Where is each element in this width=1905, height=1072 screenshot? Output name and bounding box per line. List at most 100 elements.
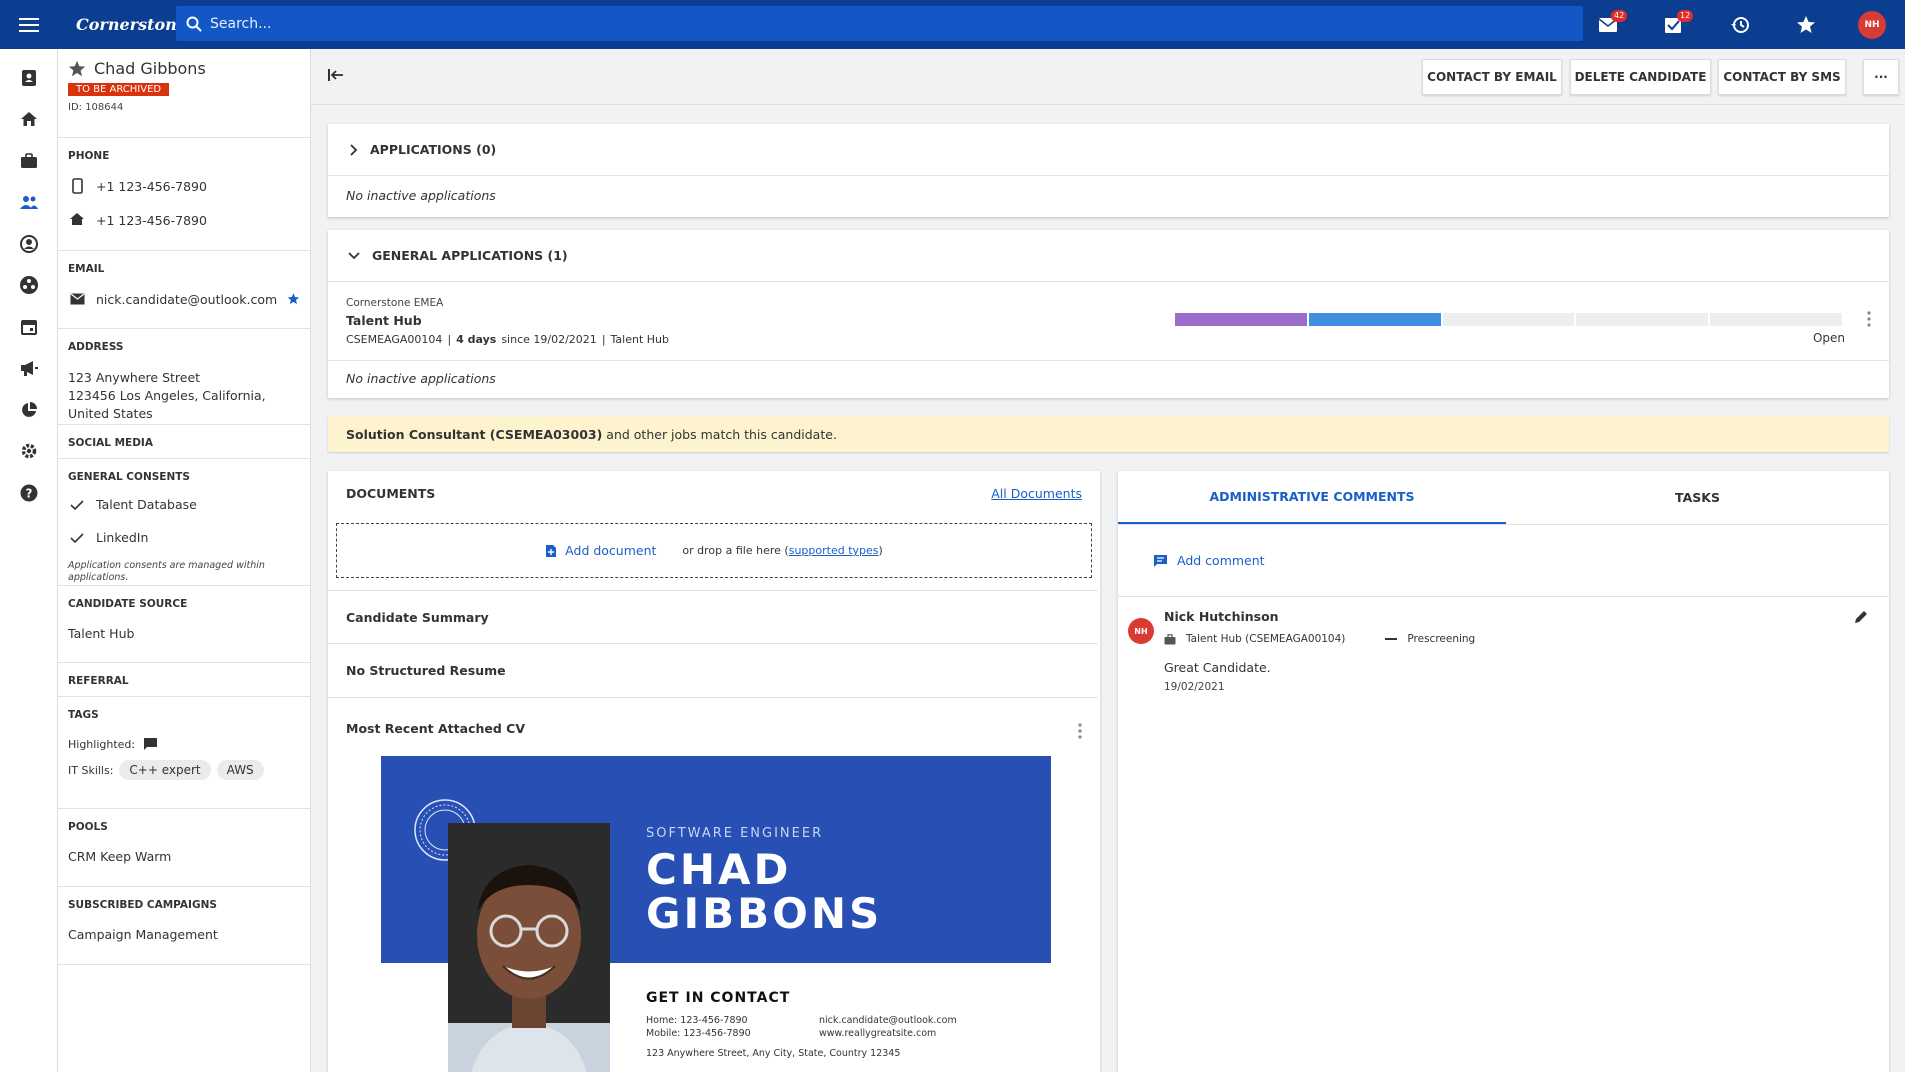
comment-item: NH Nick Hutchinson Talent Hub (CSEMEAGA0… <box>1118 597 1889 707</box>
cv-last-name: GIBBONS <box>646 889 883 938</box>
edit-comment-button[interactable] <box>1853 609 1869 625</box>
banner-text: and other jobs match this candidate. <box>606 426 837 442</box>
delete-candidate-button[interactable]: DELETE CANDIDATE <box>1570 59 1711 95</box>
user-menu-button[interactable]: NH <box>1839 0 1905 49</box>
kebab-menu-icon <box>1078 723 1082 739</box>
search-icon <box>186 16 202 32</box>
application-name[interactable]: Talent Hub <box>346 313 422 328</box>
nav-home[interactable] <box>0 99 58 141</box>
add-comment-icon <box>1154 554 1167 567</box>
home-icon <box>21 112 37 127</box>
tags-section-title: TAGS <box>68 709 99 721</box>
nav-jobs[interactable] <box>0 140 58 182</box>
tab-administrative-comments[interactable]: ADMINISTRATIVE COMMENTS <box>1118 471 1506 524</box>
campaign-name[interactable]: Campaign Management <box>68 927 300 942</box>
main-content: CONTACT BY EMAIL DELETE CANDIDATE CONTAC… <box>311 49 1905 1072</box>
application-more-button[interactable] <box>1867 311 1871 327</box>
comment-icon[interactable] <box>143 737 158 751</box>
application-progress-bar <box>1175 313 1842 326</box>
address-section-title: ADDRESS <box>68 341 124 353</box>
collapse-sidebar-button[interactable] <box>327 67 345 83</box>
cv-preview[interactable]: SOFTWARE ENGINEER CHAD GIBBONS GET IN CO… <box>381 756 1051 1072</box>
all-documents-link[interactable]: All Documents <box>991 486 1082 501</box>
nav-community[interactable] <box>0 265 58 307</box>
more-actions-button[interactable]: ··· <box>1863 59 1899 95</box>
candidate-sidebar: Chad Gibbons TO BE ARCHIVED ID: 108644 P… <box>58 49 311 1072</box>
tags-section: TAGS Highlighted: IT Skills: C++ expert … <box>58 697 310 809</box>
candidate-summary-label: Candidate Summary <box>346 609 489 625</box>
contact-by-sms-button[interactable]: CONTACT BY SMS <box>1718 59 1846 95</box>
nav-candidates[interactable] <box>0 182 58 224</box>
home-phone-number[interactable]: +1 123-456-7890 <box>96 213 207 228</box>
pie-chart-icon <box>22 401 37 417</box>
tab-tasks[interactable]: TASKS <box>1506 471 1889 524</box>
action-bar: CONTACT BY EMAIL DELETE CANDIDATE CONTAC… <box>311 49 1905 105</box>
candidate-summary-row[interactable]: Candidate Summary <box>328 590 1098 644</box>
check-icon <box>70 532 84 543</box>
search-input[interactable] <box>210 15 810 32</box>
application-source: Talent Hub <box>610 333 670 346</box>
stage-dash-icon <box>1385 638 1398 640</box>
comment-author: Nick Hutchinson <box>1164 609 1279 624</box>
address-line-1: 123 Anywhere Street <box>68 370 201 385</box>
documents-title: DOCUMENTS <box>346 486 436 501</box>
comments-card: ADMINISTRATIVE COMMENTS TASKS Add commen… <box>1118 471 1889 1072</box>
application-since: since 19/02/2021 <box>501 333 597 346</box>
general-applications-title: GENERAL APPLICATIONS (1) <box>372 248 568 263</box>
general-applications-header[interactable]: GENERAL APPLICATIONS (1) <box>328 230 1889 282</box>
comment-author-avatar: NH <box>1128 618 1154 644</box>
application-org: Cornerstone EMEA <box>346 297 444 309</box>
add-document-button[interactable]: Add document <box>545 543 656 558</box>
cv-address: 123 Anywhere Street, Any City, State, Co… <box>646 1048 901 1059</box>
chevron-right-icon <box>350 143 358 156</box>
nav-calendar[interactable] <box>0 306 58 348</box>
social-media-section: SOCIAL MEDIA <box>58 425 310 459</box>
cv-website: www.reallygreatsite.com <box>819 1028 937 1039</box>
nav-talent[interactable] <box>0 223 58 265</box>
nav-reports[interactable] <box>0 389 58 431</box>
skill-chip[interactable]: C++ expert <box>119 760 211 780</box>
applications-header[interactable]: APPLICATIONS (0) <box>328 124 1889 176</box>
comment-application: Talent Hub (CSEMEAGA00104) <box>1186 633 1346 645</box>
job-match-banner[interactable]: Solution Consultant (CSEMEA03003) and ot… <box>328 416 1889 452</box>
add-comment-button[interactable]: Add comment <box>1153 553 1265 568</box>
history-button[interactable] <box>1707 0 1773 49</box>
favorite-star-icon[interactable] <box>68 60 86 78</box>
portrait-image <box>448 823 610 1072</box>
tasks-button[interactable]: 12 <box>1641 0 1707 49</box>
messages-button[interactable]: 42 <box>1575 0 1641 49</box>
supported-types-link[interactable]: supported types <box>789 544 879 557</box>
email-address[interactable]: nick.candidate@outlook.com <box>96 292 277 307</box>
star-icon <box>1797 15 1815 33</box>
candidate-source: Talent Hub <box>68 626 135 641</box>
cv-contact-title: GET IN CONTACT <box>646 990 791 1006</box>
help-icon: ? <box>20 484 38 502</box>
nav-contacts[interactable] <box>0 57 58 99</box>
people-icon <box>20 196 38 210</box>
briefcase-icon <box>21 152 37 168</box>
cv-photo <box>448 823 610 1072</box>
email-section-title: EMAIL <box>68 263 105 275</box>
cv-more-button[interactable] <box>1078 723 1082 739</box>
matched-job[interactable]: Solution Consultant (CSEMEA03003) <box>346 427 602 442</box>
mobile-number[interactable]: +1 123-456-7890 <box>96 179 207 194</box>
nav-settings[interactable] <box>0 431 58 473</box>
structured-resume-row[interactable]: No Structured Resume <box>328 644 1098 698</box>
application-row[interactable]: Cornerstone EMEA Talent Hub CSEMEAGA0010… <box>328 282 1889 361</box>
contact-by-email-button[interactable]: CONTACT BY EMAIL <box>1422 59 1562 95</box>
favorites-button[interactable] <box>1773 0 1839 49</box>
home-phone-icon <box>70 213 84 225</box>
nav-help[interactable]: ? <box>0 472 58 514</box>
comment-stage: Prescreening <box>1407 633 1476 645</box>
document-drop-zone[interactable]: Add document or drop a file here (suppor… <box>336 523 1092 578</box>
global-search[interactable] <box>176 6 1583 41</box>
cornerstone-logo[interactable]: Cornerstone <box>58 15 187 34</box>
nav-campaigns[interactable] <box>0 348 58 390</box>
pool-name[interactable]: CRM Keep Warm <box>68 849 300 864</box>
cv-first-name: CHAD <box>646 845 792 894</box>
skill-chip[interactable]: AWS <box>216 760 264 780</box>
recent-cv-title: Most Recent Attached CV <box>346 721 526 736</box>
status-badge: TO BE ARCHIVED <box>68 83 170 96</box>
drop-hint-suffix: ) <box>878 544 883 557</box>
hamburger-menu-button[interactable] <box>0 0 58 49</box>
